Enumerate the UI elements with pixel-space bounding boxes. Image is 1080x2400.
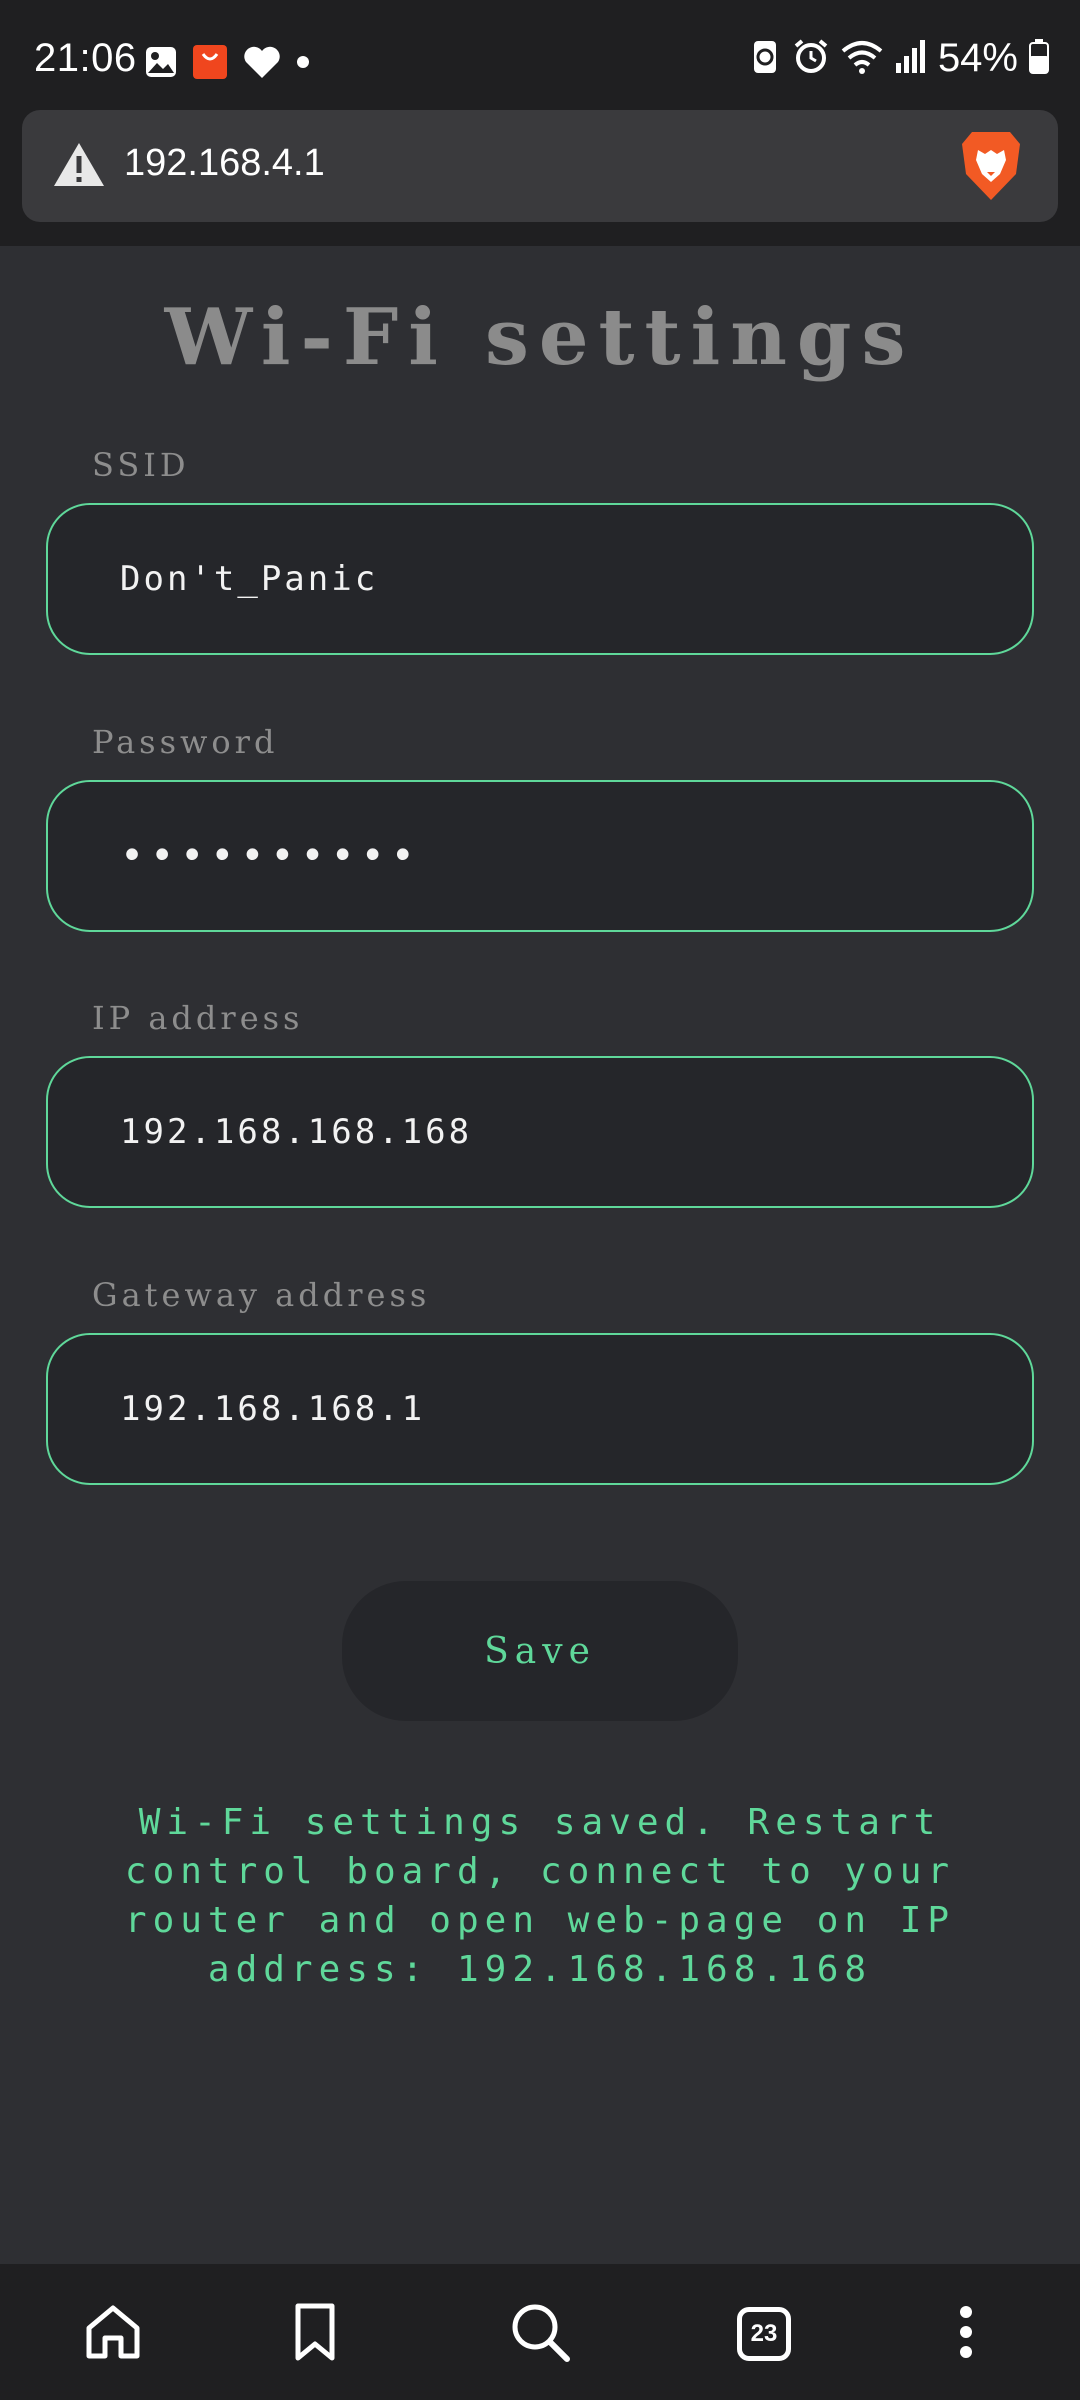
wifi-settings-page: Wi-Fi settings SSID Don't_Panic Password…	[0, 246, 1080, 2264]
browser-toolbar: 192.168.4.1	[0, 110, 1080, 246]
password-label: Password	[92, 723, 279, 761]
home-button[interactable]	[73, 2294, 153, 2374]
ssid-label: SSID	[92, 446, 190, 484]
battery-saver-icon	[748, 37, 782, 80]
status-bar: 21:06 54%	[0, 0, 1080, 110]
battery-percent: 54%	[937, 36, 1018, 80]
wifi-icon	[840, 37, 884, 80]
bookmarks-button[interactable]	[275, 2294, 355, 2374]
page-title: Wi-Fi settings	[164, 292, 916, 383]
warning-icon[interactable]	[52, 140, 106, 193]
gateway-address-label: Gateway address	[92, 1276, 431, 1314]
address-bar[interactable]: 192.168.4.1	[22, 110, 1058, 222]
heart-icon	[242, 44, 282, 85]
more-menu-button[interactable]	[926, 2294, 1006, 2374]
url-text[interactable]: 192.168.4.1	[124, 142, 325, 185]
dot-icon	[296, 55, 310, 74]
tabs-icon: 23	[737, 2307, 791, 2361]
battery-icon	[1028, 38, 1050, 79]
bottom-navigation: 23	[0, 2264, 1080, 2400]
signal-icon	[894, 37, 928, 80]
search-button[interactable]	[500, 2294, 580, 2374]
ip-address-input[interactable]: 192.168.168.168	[46, 1056, 1034, 1208]
save-button[interactable]: Save	[342, 1581, 738, 1721]
status-time: 21:06	[34, 36, 137, 80]
search-icon	[509, 2301, 571, 2368]
brave-lion-icon[interactable]	[958, 128, 1024, 209]
home-icon	[83, 2302, 143, 2367]
system-status: 54%	[748, 36, 1050, 81]
aliexpress-icon	[192, 44, 228, 85]
gateway-address-input[interactable]: 192.168.168.1	[46, 1333, 1034, 1485]
alarm-icon	[792, 37, 830, 80]
status-message: Wi-Fi settings saved. Restart control bo…	[124, 1802, 956, 1990]
gallery-icon	[144, 45, 178, 84]
ssid-input[interactable]: Don't_Panic	[46, 503, 1034, 655]
notification-icons	[144, 44, 310, 85]
more-icon	[956, 2304, 976, 2365]
ip-address-label: IP address	[92, 999, 304, 1037]
bookmark-icon	[290, 2302, 340, 2367]
tabs-button[interactable]: 23	[724, 2294, 804, 2374]
password-input[interactable]: ••••••••••	[46, 780, 1034, 932]
